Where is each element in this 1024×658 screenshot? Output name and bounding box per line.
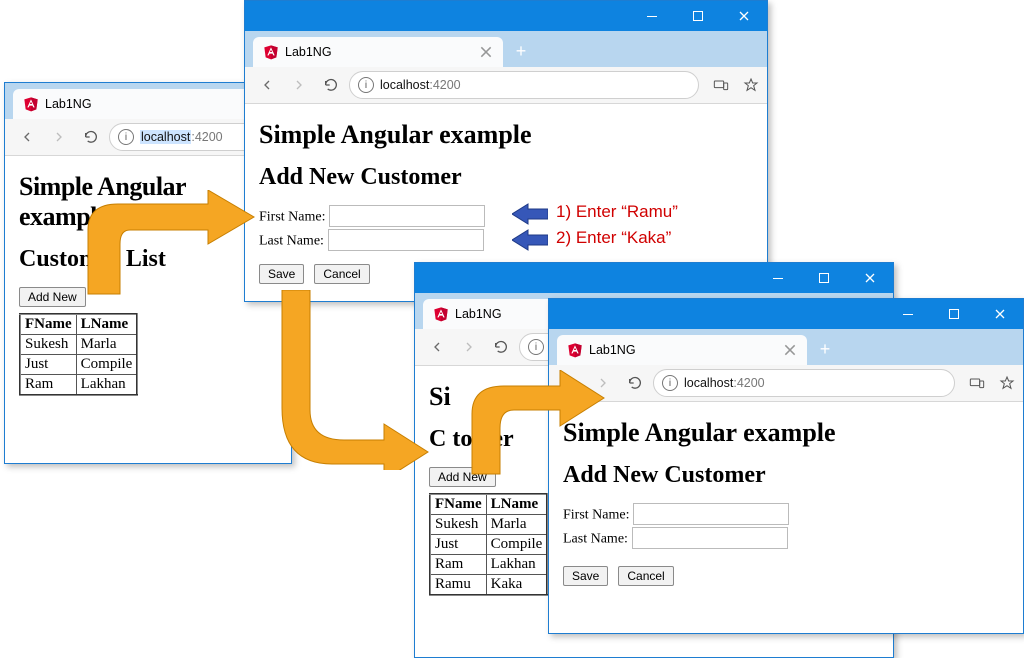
flow-arrow-icon [262,290,432,470]
angular-icon [567,342,583,358]
table-row: SukeshMarla [20,335,137,355]
firstname-input[interactable] [329,205,485,227]
forward-button[interactable] [455,333,483,361]
annotation-arrow-icon [512,228,548,252]
save-button[interactable]: Save [259,264,304,284]
cancel-button[interactable]: Cancel [618,566,673,586]
reload-button[interactable] [621,369,649,397]
window-close-button[interactable] [721,1,767,31]
tab-strip: Lab1NG + [549,329,1023,365]
forward-button[interactable] [45,123,73,151]
lastname-input[interactable] [632,527,788,549]
site-info-icon[interactable]: i [662,375,678,391]
window-titlebar [549,299,1023,329]
reload-button[interactable] [487,333,515,361]
annotation-step2: 2) Enter “Kaka” [556,228,671,248]
reload-button[interactable] [317,71,345,99]
annotation-arrow-icon [512,202,548,226]
browser-toolbar: i localhost:4200 [245,67,767,104]
window-titlebar [415,263,893,293]
page-title: Simple Angular example [259,120,753,150]
tab-close-icon[interactable] [479,45,493,59]
address-bar[interactable]: i localhost:4200 [349,71,699,99]
forward-button[interactable] [285,71,313,99]
device-icon[interactable] [713,77,729,93]
new-tab-button[interactable]: + [507,37,535,65]
table-row: RamuKaka [430,575,547,596]
site-info-icon[interactable]: i [118,129,134,145]
window-minimize-button[interactable] [629,1,675,31]
window-minimize-button[interactable] [885,299,931,329]
page-content: Simple Angular example Add New Customer … [549,402,1023,596]
firstname-label: First Name: [259,210,326,225]
lastname-label: Last Name: [259,233,324,248]
angular-icon [433,306,449,322]
firstname-label: First Name: [563,508,630,523]
table-row: SukeshMarla [430,515,547,535]
window-maximize-button[interactable] [931,299,977,329]
angular-icon [263,44,279,60]
new-tab-button[interactable]: + [811,335,839,363]
browser-toolbar: i localhost:4200 [549,365,1023,402]
browser-tab[interactable]: Lab1NG [253,37,503,67]
window-minimize-button[interactable] [755,263,801,293]
device-icon[interactable] [969,375,985,391]
page-title: Simple Angular example [563,418,1009,448]
lastname-label: Last Name: [563,531,628,546]
customer-table: FNameLName SukeshMarla JustCompile RamLa… [19,313,138,396]
tab-close-icon[interactable] [783,343,797,357]
flow-arrow-icon [448,370,608,480]
browser-tab[interactable]: Lab1NG [13,89,253,119]
bookmark-icon[interactable] [743,77,759,93]
site-info-icon[interactable]: i [528,339,544,355]
tab-title: Lab1NG [589,343,777,357]
table-header-row: FNameLName [430,494,547,515]
browser-tab[interactable]: Lab1NG [557,335,807,365]
angular-icon [23,96,39,112]
window-close-button[interactable] [977,299,1023,329]
save-button[interactable]: Save [563,566,608,586]
window-close-button[interactable] [847,263,893,293]
window-maximize-button[interactable] [675,1,721,31]
bookmark-icon[interactable] [999,375,1015,391]
table-row: RamLakhan [20,375,137,396]
table-row: JustCompile [20,355,137,375]
tab-title: Lab1NG [45,97,243,111]
table-row: RamLakhan [430,555,547,575]
section-title: Add New Customer [563,462,1009,489]
lastname-input[interactable] [328,229,484,251]
window-maximize-button[interactable] [801,263,847,293]
section-title: Add New Customer [259,164,753,191]
tab-title: Lab1NG [285,45,473,59]
site-info-icon[interactable]: i [358,77,374,93]
table-header-row: FNameLName [20,314,137,335]
annotation-step1: 1) Enter “Ramu” [556,202,678,222]
reload-button[interactable] [77,123,105,151]
flow-arrow-icon [58,190,258,300]
customer-table: FNameLName SukeshMarla JustCompile RamLa… [429,493,548,596]
firstname-input[interactable] [633,503,789,525]
address-bar[interactable]: i localhost:4200 [653,369,955,397]
table-row: JustCompile [430,535,547,555]
window-titlebar [245,1,767,31]
back-button[interactable] [253,71,281,99]
back-button[interactable] [13,123,41,151]
cancel-button[interactable]: Cancel [314,264,369,284]
tab-strip: Lab1NG + [245,31,767,67]
